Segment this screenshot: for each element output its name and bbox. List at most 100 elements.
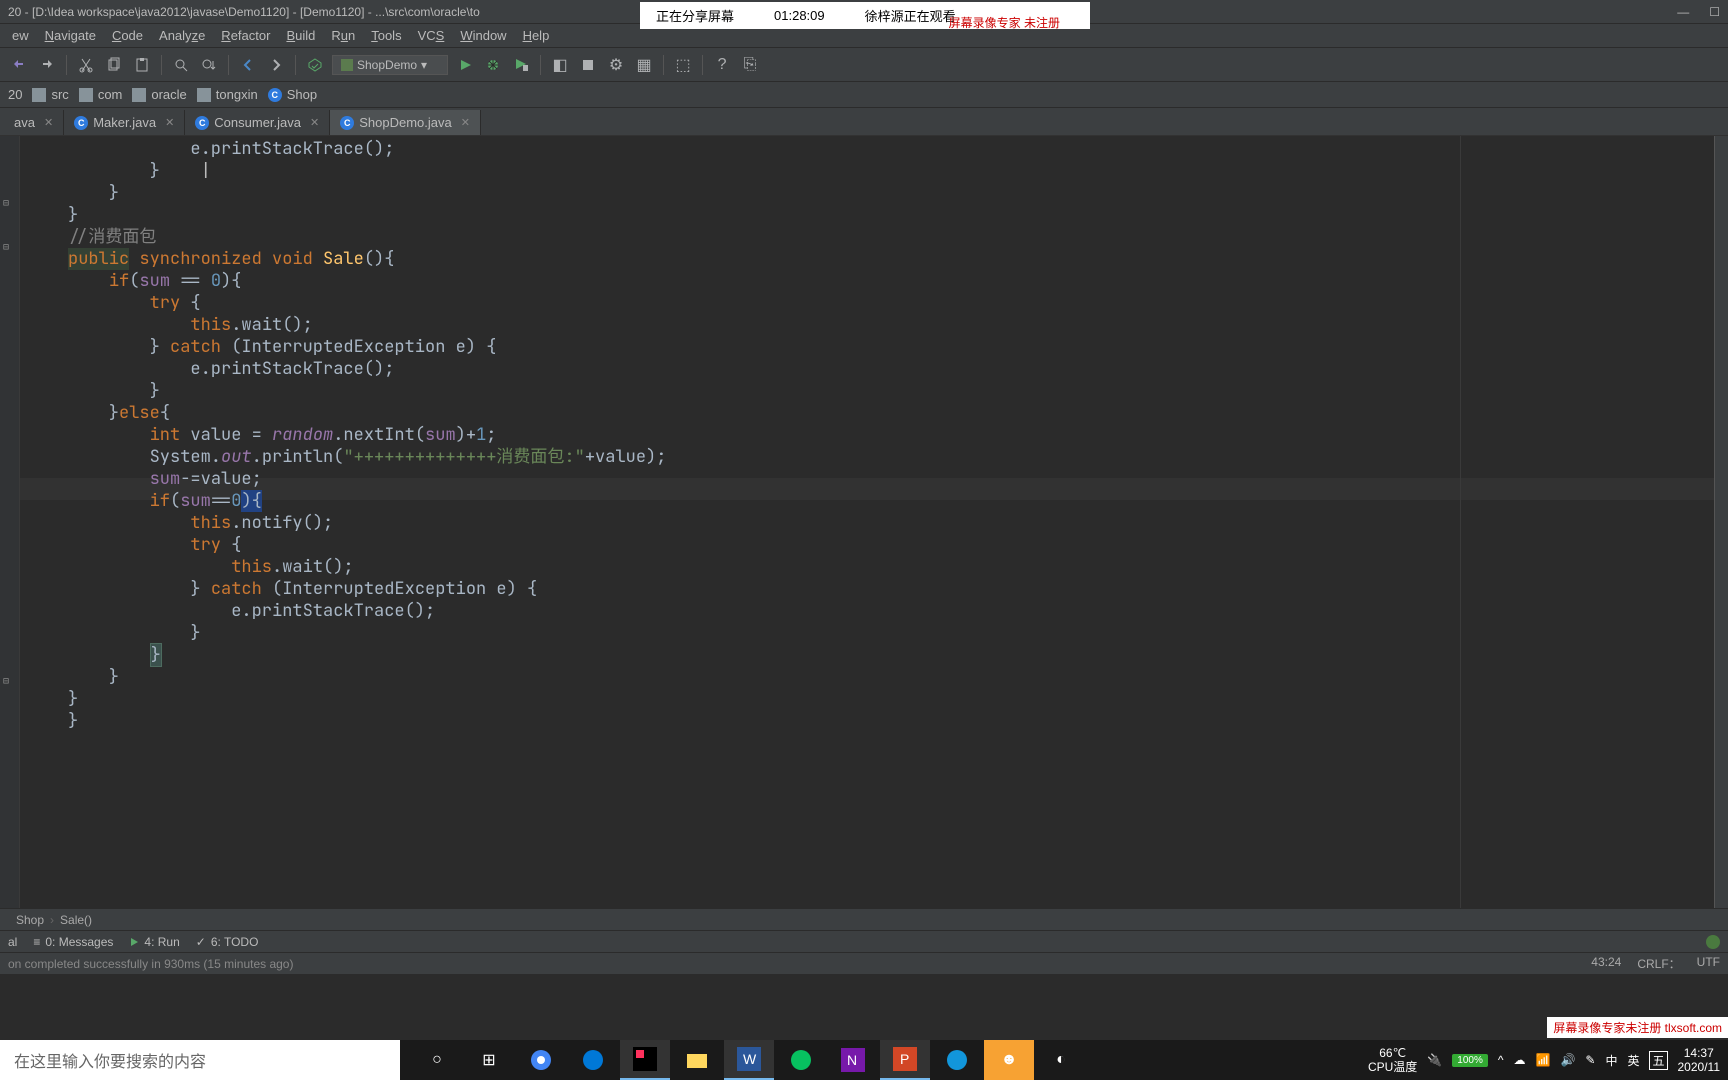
word-icon[interactable]: W bbox=[724, 1040, 774, 1080]
settings-button[interactable]: ⚙ bbox=[605, 54, 627, 76]
menu-refactor[interactable]: Refactor bbox=[213, 26, 278, 45]
sharing-label: 正在分享屏幕 bbox=[656, 6, 734, 25]
close-icon[interactable]: ✕ bbox=[461, 116, 470, 129]
tray-chevron-icon[interactable]: ^ bbox=[1498, 1053, 1504, 1067]
redo-button[interactable] bbox=[36, 54, 58, 76]
crumb-tongxin[interactable]: tongxin bbox=[197, 87, 258, 102]
menu-window[interactable]: Window bbox=[452, 26, 514, 45]
cortana-icon[interactable]: ○ bbox=[412, 1040, 462, 1080]
recorder-warning: 屏幕录像专家 未注册 bbox=[949, 14, 1060, 31]
menu-tools[interactable]: Tools bbox=[363, 26, 409, 45]
close-icon[interactable]: ✕ bbox=[310, 116, 319, 129]
paste-button[interactable] bbox=[131, 54, 153, 76]
todo-tab[interactable]: ✓ 6: TODO bbox=[196, 935, 259, 949]
editor-tabs: ava✕ CMaker.java✕ CConsumer.java✕ CShopD… bbox=[0, 108, 1728, 136]
back-button[interactable] bbox=[237, 54, 259, 76]
run-config-selector[interactable]: ShopDemo ▾ bbox=[332, 55, 448, 75]
crumb-method-name[interactable]: Sale() bbox=[60, 913, 92, 927]
menu-navigate[interactable]: Navigate bbox=[37, 26, 104, 45]
coverage-button[interactable] bbox=[510, 54, 532, 76]
svg-text:N: N bbox=[847, 1052, 857, 1068]
task-view-icon[interactable]: ⊞ bbox=[464, 1040, 514, 1080]
crumb-src[interactable]: src bbox=[32, 87, 68, 102]
windows-taskbar: 在这里输入你要搜索的内容 ○ ⊞ W N P ☻ ◐ 66℃CPU温度 🔌 10… bbox=[0, 1040, 1728, 1080]
chrome-icon[interactable] bbox=[516, 1040, 566, 1080]
crumb-class-name[interactable]: Shop bbox=[16, 913, 44, 927]
app-icon[interactable]: ☻ bbox=[984, 1040, 1034, 1080]
power-icon[interactable]: 🔌 bbox=[1427, 1053, 1442, 1067]
tab-consumer[interactable]: CConsumer.java✕ bbox=[185, 110, 330, 135]
copy-button[interactable] bbox=[103, 54, 125, 76]
ime-zh[interactable]: 中 bbox=[1605, 1052, 1617, 1069]
build-button[interactable] bbox=[304, 54, 326, 76]
terminal-tab[interactable]: al bbox=[8, 935, 17, 949]
fold-icon[interactable]: ⊟ bbox=[3, 236, 15, 248]
system-tray: 66℃CPU温度 🔌 100% ^ ☁ 📶 🔊 ✎ 中 英 五 14:37202… bbox=[1368, 1046, 1728, 1075]
status-bar: on completed successfully in 930ms (15 m… bbox=[0, 952, 1728, 974]
explorer-icon[interactable] bbox=[672, 1040, 722, 1080]
menu-vcs[interactable]: VCS bbox=[410, 26, 453, 45]
pen-icon[interactable]: ✎ bbox=[1585, 1053, 1595, 1067]
wifi-icon[interactable]: 📶 bbox=[1535, 1053, 1550, 1067]
forward-button[interactable] bbox=[265, 54, 287, 76]
windows-search-input[interactable]: 在这里输入你要搜索的内容 bbox=[0, 1040, 400, 1080]
ime-en[interactable]: 英 bbox=[1627, 1052, 1639, 1069]
wechat-icon[interactable] bbox=[776, 1040, 826, 1080]
snipaste-icon[interactable] bbox=[932, 1040, 982, 1080]
menu-code[interactable]: Code bbox=[104, 26, 151, 45]
share-time: 01:28:09 bbox=[774, 8, 825, 23]
toolbar: ShopDemo ▾ ◧ ⚙ ▦ ⬚ ? ⎘ bbox=[0, 48, 1728, 82]
debug-button[interactable] bbox=[482, 54, 504, 76]
menu-view[interactable]: ew bbox=[4, 26, 37, 45]
maximize-button[interactable]: ☐ bbox=[1709, 5, 1720, 19]
messages-tab[interactable]: ≡ 0: Messages bbox=[33, 935, 113, 949]
run-tab[interactable]: 4: Run bbox=[129, 935, 179, 949]
structure-button[interactable]: ▦ bbox=[633, 54, 655, 76]
onenote-icon[interactable]: N bbox=[828, 1040, 878, 1080]
close-icon[interactable]: ✕ bbox=[44, 116, 53, 129]
intellij-icon[interactable] bbox=[620, 1040, 670, 1080]
find-button[interactable] bbox=[170, 54, 192, 76]
battery-indicator[interactable]: 100% bbox=[1452, 1054, 1488, 1067]
run-button[interactable] bbox=[454, 54, 476, 76]
volume-icon[interactable]: 🔊 bbox=[1560, 1053, 1575, 1067]
cut-button[interactable] bbox=[75, 54, 97, 76]
close-icon[interactable]: ✕ bbox=[165, 116, 174, 129]
fold-icon[interactable]: ⊟ bbox=[3, 670, 15, 682]
stop-button[interactable] bbox=[577, 54, 599, 76]
profiler-button[interactable]: ◧ bbox=[549, 54, 571, 76]
minimize-button[interactable]: — bbox=[1677, 5, 1689, 19]
edge-icon[interactable] bbox=[568, 1040, 618, 1080]
menu-build[interactable]: Build bbox=[278, 26, 323, 45]
fold-icon[interactable]: ⊟ bbox=[3, 192, 15, 204]
onedrive-icon[interactable]: ☁ bbox=[1513, 1053, 1525, 1067]
crumb-class[interactable]: CShop bbox=[268, 87, 317, 102]
undo-button[interactable] bbox=[8, 54, 30, 76]
event-log-indicator[interactable] bbox=[1706, 935, 1720, 949]
clock[interactable]: 14:372020/11 bbox=[1678, 1046, 1721, 1075]
crumb-oracle[interactable]: oracle bbox=[132, 87, 186, 102]
app2-icon[interactable]: ◐ bbox=[1036, 1040, 1086, 1080]
crumb-com[interactable]: com bbox=[79, 87, 123, 102]
watching-label: 徐梓源正在观看 bbox=[865, 6, 956, 25]
editor-gutter[interactable]: ⊟ ⊟ ⊟ bbox=[0, 136, 20, 908]
menu-analyze[interactable]: Analyze bbox=[151, 26, 213, 45]
crumb-module[interactable]: 20 bbox=[8, 87, 22, 102]
tab-java[interactable]: ava✕ bbox=[4, 110, 64, 135]
tab-shopdemo[interactable]: CShopDemo.java✕ bbox=[330, 110, 481, 135]
line-separator[interactable]: CRLF： bbox=[1637, 955, 1680, 972]
file-encoding[interactable]: UTF bbox=[1697, 955, 1720, 972]
menu-help[interactable]: Help bbox=[515, 26, 558, 45]
replace-button[interactable] bbox=[198, 54, 220, 76]
menu-run[interactable]: Run bbox=[323, 26, 363, 45]
tab-maker[interactable]: CMaker.java✕ bbox=[64, 110, 185, 135]
actions-button[interactable]: ⎘ bbox=[739, 54, 761, 76]
sdk-button[interactable]: ⬚ bbox=[672, 54, 694, 76]
help-button[interactable]: ? bbox=[711, 54, 733, 76]
powerpoint-icon[interactable]: P bbox=[880, 1040, 930, 1080]
cursor-position[interactable]: 43:24 bbox=[1591, 955, 1621, 972]
scroll-markers[interactable] bbox=[1714, 136, 1728, 908]
ime-wu[interactable]: 五 bbox=[1649, 1051, 1667, 1070]
code-editor[interactable]: ⊟ ⊟ ⊟ e.printStackTrace(); } | } } //消费面… bbox=[0, 136, 1728, 908]
cpu-temp[interactable]: 66℃CPU温度 bbox=[1368, 1046, 1417, 1075]
